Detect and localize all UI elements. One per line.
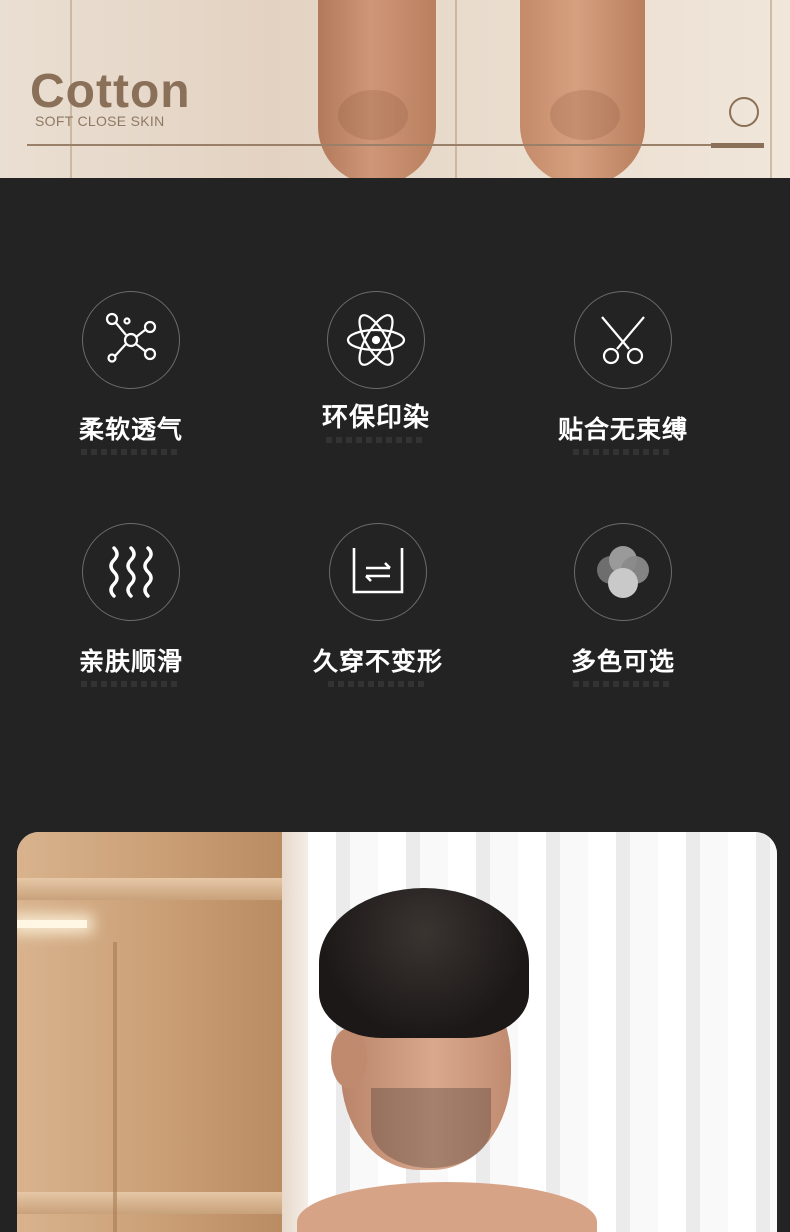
feature-sub-decoration xyxy=(573,681,673,687)
leg-image-left xyxy=(318,0,436,178)
feature-label: 亲肤顺滑 xyxy=(78,647,183,676)
leg-image-right xyxy=(520,0,645,178)
model-head xyxy=(319,888,529,1188)
hero-banner: Cotton SOFT CLOSE SKIN xyxy=(0,0,790,178)
feature-sub-decoration xyxy=(81,681,181,687)
waves-icon xyxy=(109,546,153,598)
feature-unrestricted-fit: 贴合无束缚 xyxy=(523,291,723,455)
feature-sub-decoration xyxy=(573,449,673,455)
feature-icon-circle xyxy=(327,291,425,389)
feature-icon-circle xyxy=(574,291,672,389)
atom-icon xyxy=(346,314,406,366)
feature-icon-circle xyxy=(82,523,180,621)
wood-panel-line xyxy=(770,0,772,178)
shrink-resistant-icon xyxy=(352,548,404,594)
molecule-icon xyxy=(105,312,157,363)
wall-panel xyxy=(282,832,308,1232)
feature-label: 柔软透气 xyxy=(78,415,183,444)
feature-sub-decoration xyxy=(328,681,428,687)
feature-icon-circle xyxy=(574,523,672,621)
feature-sub-decoration xyxy=(326,437,426,443)
banner-subtitle: SOFT CLOSE SKIN xyxy=(35,113,165,129)
feature-eco-dyeing: 环保印染 xyxy=(276,291,476,443)
banner-title: Cotton xyxy=(30,65,191,118)
color-dots-icon xyxy=(597,546,649,598)
banner-divider-accent xyxy=(711,143,764,148)
feature-skin-smooth: 亲肤顺滑 xyxy=(31,523,231,687)
feature-shape-retention: 久穿不变形 xyxy=(278,523,478,687)
feature-soft-breathable: 柔软透气 xyxy=(31,291,231,455)
feature-multi-color: 多色可选 xyxy=(523,523,723,687)
feature-icon-circle xyxy=(329,523,427,621)
feature-label: 环保印染 xyxy=(321,403,430,433)
circle-icon xyxy=(729,97,759,127)
feature-label: 多色可选 xyxy=(570,647,675,676)
feature-sub-decoration xyxy=(81,449,181,455)
scissors-icon xyxy=(601,316,645,365)
feature-label: 久穿不变形 xyxy=(312,647,443,676)
wood-panel-line xyxy=(455,0,457,178)
banner-divider xyxy=(27,144,764,146)
wooden-cabinet xyxy=(17,832,282,1232)
feature-label: 贴合无束缚 xyxy=(557,415,688,444)
model-photo xyxy=(17,832,777,1232)
feature-icon-circle xyxy=(82,291,180,389)
